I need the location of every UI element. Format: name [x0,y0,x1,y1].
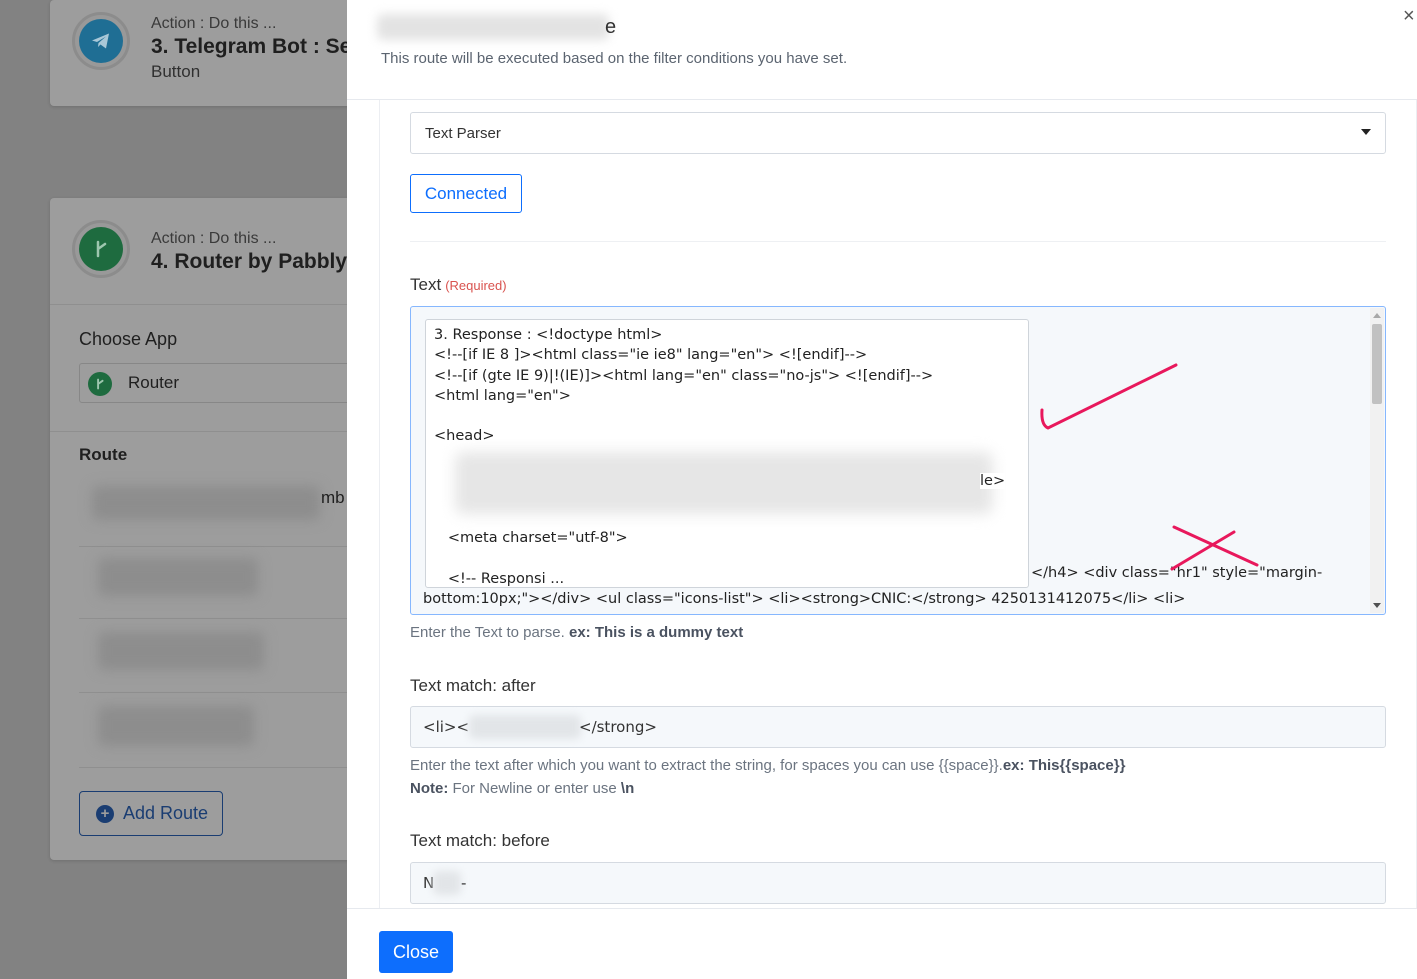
match-before-input[interactable]: N - [410,862,1386,904]
text-input[interactable]: 3. Response : <!doctype html> <!--[if IE … [410,306,1386,615]
route-divider [79,767,370,768]
modal-subtitle: This route will be executed based on the… [381,50,848,67]
choose-app-select[interactable]: Router [79,363,370,403]
add-route-label: Add Route [123,803,209,823]
text-help: Enter the Text to parse. ex: This is a d… [410,624,743,641]
modal-body[interactable]: Text Parser Connected Text (Required) 3. … [379,100,1417,908]
scroll-thumb[interactable] [1372,324,1382,404]
route-modal: e This route will be executed based on t… [347,0,1417,979]
popup-line [434,406,1020,426]
match-after-help: Enter the text after which you want to e… [410,757,1125,774]
match-before-redacted [433,871,461,895]
app-select-value: Text Parser [425,124,501,142]
scroll-down-icon[interactable] [1373,603,1381,608]
match-after-help-example: ex: This{{space}} [1002,757,1126,774]
modal-title: e [605,16,617,38]
router-icon [72,220,130,278]
router-step-card[interactable]: Action : Do this ... 4. Router by Pabbly… [50,198,375,860]
popup-line: 3. Response : <!doctype html> [434,327,663,343]
popup-line: <!--[if (gte IE 9)|!(IE)]><html lang="en… [434,367,934,384]
text-field-label: Text (Required) [410,275,507,295]
text-line-cutoff: . . . . . . . . . . . . . . [423,613,671,614]
match-after-input[interactable]: <li>< </strong> [410,706,1386,748]
text-line: bottom:10px;"></div> <ul class="icons-li… [423,591,1186,607]
modal-title-redacted [377,14,609,40]
route-fragment: mb [321,488,345,507]
match-after-note: Note: For Newline or enter use \n [410,780,634,797]
match-after-help-body: Enter the text after which you want to e… [410,757,1003,774]
popup-line: <!--[if IE 8 ]><html class="ie ie8" lang… [434,347,868,364]
text-help-body: Enter the Text to parse. [410,624,565,641]
note-label: Note: [410,780,449,797]
note-text: For Newline or enter use [452,780,617,797]
popup-line: <!-- Responsi ... [434,570,565,587]
telegram-icon [72,12,130,70]
close-button[interactable]: Close [379,931,453,973]
route-divider [79,546,370,547]
modal-header: e This route will be executed based on t… [347,0,1417,100]
route-item-blurred[interactable] [98,632,264,670]
route-label: Route [79,445,128,464]
match-after-value-start: <li>< [423,718,470,736]
text-help-example: ex: This is a dummy text [568,624,744,641]
choose-app-label: Choose App [79,329,178,349]
telegram-step-card[interactable]: Action : Do this ... 3. Telegram Bot : S… [50,0,377,106]
match-after-value-end: </strong> [579,718,657,736]
match-before-value-end: - [461,874,467,892]
caret-down-icon [1361,129,1371,135]
route-item-blurred[interactable] [92,486,320,520]
scroll-up-icon[interactable] [1373,313,1381,318]
text-label: Text [410,275,442,294]
card-divider [50,431,370,432]
route-item-blurred[interactable] [98,558,258,596]
popup-line: <meta charset="utf-8"> [434,529,628,546]
section-divider [410,241,1386,242]
popup-fragment: le> [980,473,1006,489]
modal-footer: Close [347,908,1417,979]
add-route-button[interactable]: + Add Route [79,791,223,836]
close-icon[interactable]: × [1403,6,1417,26]
popup-redacted-content [455,452,993,514]
step-title: 3. Telegram Bot : Send [151,35,377,58]
required-indicator: (Required) [445,278,507,293]
route-divider [79,618,370,619]
text-scrollbar[interactable] [1370,308,1384,613]
step-title: 4. Router by Pabbly: C [151,250,376,273]
popup-line: <head> [434,428,495,445]
app-name: Router [128,373,180,392]
step-subtitle: Button [151,62,201,81]
connected-button[interactable]: Connected [410,174,522,213]
match-before-label: Text match: before [410,831,550,850]
text-line-fragment: </h4> <div class="hr1" style="margin- [1031,565,1323,581]
route-item-blurred[interactable] [98,706,254,746]
app-select[interactable]: Text Parser [410,112,1386,154]
card-divider [50,304,370,305]
route-divider [79,692,370,693]
popup-line: <html lang="en"> [434,387,571,404]
note-code: \n [620,780,635,797]
popup-line [434,548,1020,568]
step-action-label: Action : Do this ... [151,230,277,247]
match-after-redacted [469,715,581,739]
step-action-label: Action : Do this ... [151,15,277,32]
plus-circle-icon: + [96,804,114,823]
router-app-icon [88,372,112,396]
match-after-label: Text match: after [410,676,536,695]
